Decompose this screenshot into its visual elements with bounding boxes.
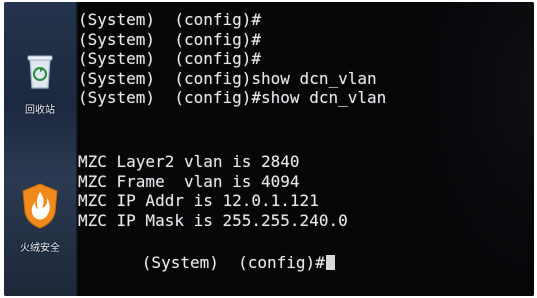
desktop-icon-recycle-bin[interactable]: 回收站 bbox=[8, 52, 72, 116]
terminal-output-line: MZC Layer2 vlan is 2840 bbox=[78, 151, 300, 171]
terminal-prompt-line[interactable]: (System) (config)# bbox=[84, 233, 335, 292]
terminal-history-line: (System) (config)show dcn_vlan bbox=[78, 68, 377, 88]
huorong-shield-icon bbox=[20, 182, 60, 230]
terminal-output-line: MZC Frame vlan is 4094 bbox=[78, 171, 300, 191]
terminal-history-line: (System) (config)# bbox=[78, 10, 262, 29]
desktop-background: 回收站 火绒安全 bbox=[4, 2, 76, 296]
terminal-output-line: MZC IP Mask is 255.255.240.0 bbox=[78, 210, 348, 230]
security-app-label: 火绒安全 bbox=[20, 243, 60, 254]
terminal-cursor bbox=[325, 254, 335, 270]
terminal-history-line: (System) (config)# bbox=[78, 49, 262, 69]
terminal-window[interactable]: (System) (config)# (System) (config)# (S… bbox=[78, 2, 534, 296]
terminal-blank-space bbox=[78, 108, 534, 152]
recycle-bin-label: 回收站 bbox=[25, 105, 55, 116]
terminal-prompt: (System) (config)# bbox=[141, 252, 325, 272]
recycle-bin-icon bbox=[25, 52, 55, 92]
terminal-history-line: (System) (config)# bbox=[78, 29, 262, 49]
desktop-icon-security-app[interactable]: 火绒安全 bbox=[8, 182, 72, 254]
monitor-screen: 回收站 火绒安全 (System) (config)# (System) (co… bbox=[4, 2, 534, 296]
terminal-output-line: MZC IP Addr is 12.0.1.121 bbox=[78, 191, 319, 211]
terminal-history-line: (System) (config)#show dcn_vlan bbox=[78, 88, 387, 108]
